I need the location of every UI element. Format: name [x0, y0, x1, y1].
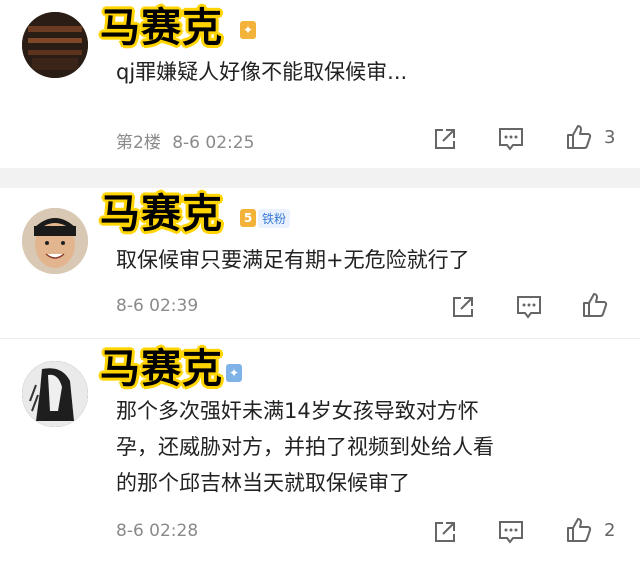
level-badge: ✦: [240, 20, 256, 40]
timestamp: 8-6 02:25: [172, 133, 255, 153]
share-icon[interactable]: [448, 292, 478, 322]
level-icon: 5: [240, 209, 256, 227]
thumbs-up-icon[interactable]: [564, 515, 594, 545]
level-badge: 5 铁粉: [240, 208, 291, 228]
comment-text: 取保候审只要满足有期+无危险就行了: [116, 242, 596, 278]
thumbs-up-icon[interactable]: [580, 290, 610, 320]
avatar-image: [22, 361, 88, 427]
username[interactable]: 马赛克: [100, 349, 223, 389]
comment-icon[interactable]: [496, 517, 526, 547]
comment-text-line: 孕，还威胁对方，并拍了视频到处给人看: [116, 435, 494, 459]
avatar[interactable]: [22, 12, 88, 78]
comment-meta: 8-6 02:28: [116, 521, 198, 541]
comment-text: qj罪嫌疑人好像不能取保候审...: [116, 54, 596, 90]
section-divider: [0, 168, 640, 188]
timestamp: 8-6 02:39: [116, 296, 199, 316]
like-count: 2: [604, 520, 616, 541]
avatar-image: [22, 12, 88, 78]
avatar-image: [22, 208, 88, 274]
share-icon[interactable]: [430, 124, 460, 154]
comment-text-line: 的那个邱吉林当天就取保候审了: [116, 471, 410, 495]
level-badge: ✦: [226, 363, 242, 383]
comment-icon[interactable]: [514, 292, 544, 322]
avatar[interactable]: [22, 361, 88, 427]
timestamp: 8-6 02:28: [116, 521, 199, 541]
comment-icon[interactable]: [496, 124, 526, 154]
share-icon[interactable]: [430, 517, 460, 547]
floor-label: 第2楼: [116, 133, 161, 153]
username[interactable]: 马赛克: [100, 194, 223, 234]
avatar[interactable]: [22, 208, 88, 274]
username[interactable]: 马赛克: [100, 8, 223, 48]
thumbs-up-icon[interactable]: [564, 122, 594, 152]
comment-item-3: 马赛克 ✦ 那个多次强奸未满14岁女孩导致对方怀 孕，还威胁对方，并拍了视频到处…: [0, 339, 640, 577]
comment-text-line: 取保候审只要满足有期+无危险就行了: [116, 248, 470, 272]
comment-text: 那个多次强奸未满14岁女孩导致对方怀 孕，还威胁对方，并拍了视频到处给人看 的那…: [116, 393, 596, 501]
comment-item-2: 马赛克 5 铁粉 取保候审只要满足有期+无危险就行了 8-6 02:39: [0, 188, 640, 338]
level-icon: ✦: [226, 364, 242, 382]
like-count: 3: [604, 127, 616, 148]
level-icon: ✦: [240, 21, 256, 39]
comment-text-line: qj罪嫌疑人好像不能取保候审...: [116, 60, 408, 84]
comment-text-line: 那个多次强奸未满14岁女孩导致对方怀: [116, 399, 479, 423]
comment-meta: 第2楼 8-6 02:25: [116, 128, 254, 153]
comment-meta: 8-6 02:39: [116, 296, 198, 316]
comment-item-1: 马赛克 ✦ qj罪嫌疑人好像不能取保候审... 第2楼 8-6 02:25 3: [0, 0, 640, 168]
fan-badge: 铁粉: [258, 208, 291, 228]
